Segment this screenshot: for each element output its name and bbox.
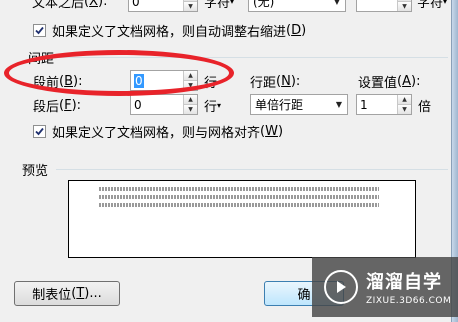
special-indent-value[interactable]: (无): [249, 0, 329, 10]
spin-down-icon[interactable]: ▼: [184, 80, 197, 90]
snap-to-grid-checkbox[interactable]: 如果定义了文档网格，则与网格对齐 (W): [33, 122, 283, 141]
at-unit: 倍: [418, 100, 432, 115]
space-before-row: 段前 (B):: [33, 74, 83, 91]
preview-text-line: [99, 203, 379, 207]
indent-by-spinner[interactable]: ▲▼: [356, 0, 412, 12]
spin-up-icon[interactable]: ▲: [184, 71, 197, 80]
auto-adjust-indent-checkbox[interactable]: 如果定义了文档网格，则自动调整右缩进 (D): [33, 21, 306, 40]
indent-by-unit: 字符: [417, 0, 444, 11]
special-indent-combo[interactable]: (无) ▼: [248, 0, 346, 12]
play-logo-icon: [324, 270, 358, 304]
snap-to-grid-key: W: [265, 124, 278, 139]
auto-adjust-indent-key: D: [291, 23, 302, 38]
spin-down-icon[interactable]: ▼: [398, 1, 411, 11]
preview-text-line: [99, 195, 379, 199]
watermark-subtitle: ZIXUE.3D66.COM: [366, 296, 452, 306]
spin-down-icon[interactable]: ▼: [184, 1, 197, 11]
space-after-unit: 行: [204, 100, 218, 115]
space-after-label: 段后: [33, 100, 60, 115]
at-key: A: [402, 74, 411, 89]
space-before-selected-text[interactable]: 0: [134, 73, 144, 88]
text-after-row: 文本之后 (X):: [32, 0, 107, 11]
preview-pane: [68, 180, 416, 258]
text-after-spinner[interactable]: 0 ▲▼: [128, 0, 198, 12]
at-value[interactable]: 1: [357, 98, 397, 112]
spin-up-icon[interactable]: ▲: [398, 95, 411, 104]
auto-adjust-indent-label: 如果定义了文档网格，则自动调整右缩进: [52, 25, 287, 40]
space-after-key: F: [64, 98, 72, 113]
checkbox-checked-icon[interactable]: [33, 125, 46, 138]
space-before-value[interactable]: 0: [131, 73, 183, 88]
watermark-title: 溜溜自学: [366, 272, 442, 293]
chevron-down-icon[interactable]: ▼: [329, 0, 345, 11]
checkbox-checked-icon[interactable]: [33, 24, 46, 37]
at-label-row: 设置值 (A):: [358, 74, 421, 91]
line-spacing-label-row: 行距 (N):: [250, 74, 301, 91]
preview-text-line: [99, 187, 379, 191]
divider: [56, 169, 448, 170]
line-spacing-key: N: [281, 74, 291, 89]
spin-down-icon[interactable]: ▼: [398, 104, 411, 114]
tabs-button-label: 制表位: [32, 288, 72, 303]
spacing-section-title: 间距: [28, 52, 55, 67]
space-before-key: B: [64, 74, 74, 89]
text-after-unit: 字符: [204, 0, 231, 11]
tabs-button-key: T: [76, 286, 85, 301]
space-after-row: 段后 (F):: [33, 98, 82, 115]
line-spacing-label: 行距: [250, 76, 277, 91]
space-before-unit: 行: [204, 76, 218, 91]
preview-section-title: 预览: [22, 164, 49, 179]
text-after-label: 文本之后: [32, 0, 85, 11]
spin-up-icon[interactable]: ▲: [184, 95, 197, 104]
unit-dropdown-icon[interactable]: ▾: [217, 101, 221, 110]
line-spacing-combo[interactable]: 单倍行距 ▼: [250, 94, 348, 115]
watermark: 溜溜自学 ZIXUE.3D66.COM: [312, 257, 458, 317]
text-after-value[interactable]: 0: [129, 0, 183, 9]
line-spacing-value[interactable]: 单倍行距: [251, 96, 331, 113]
snap-to-grid-label: 如果定义了文档网格，则与网格对齐: [52, 126, 261, 141]
text-after-key: X: [89, 0, 98, 9]
space-after-spinner[interactable]: 0 ▲ ▼: [130, 94, 198, 115]
space-before-label: 段前: [33, 76, 60, 91]
space-after-value[interactable]: 0: [131, 98, 183, 112]
at-spinner[interactable]: 1 ▲ ▼: [356, 94, 412, 115]
tabs-button[interactable]: 制表位 (T)...: [14, 281, 120, 306]
spin-down-icon[interactable]: ▼: [184, 104, 197, 114]
ok-button-label: 确: [297, 288, 311, 303]
divider: [58, 57, 448, 58]
space-before-spinner[interactable]: 0 ▲ ▼: [130, 70, 198, 91]
chevron-down-icon[interactable]: ▼: [331, 95, 347, 114]
at-label: 设置值: [358, 76, 398, 91]
